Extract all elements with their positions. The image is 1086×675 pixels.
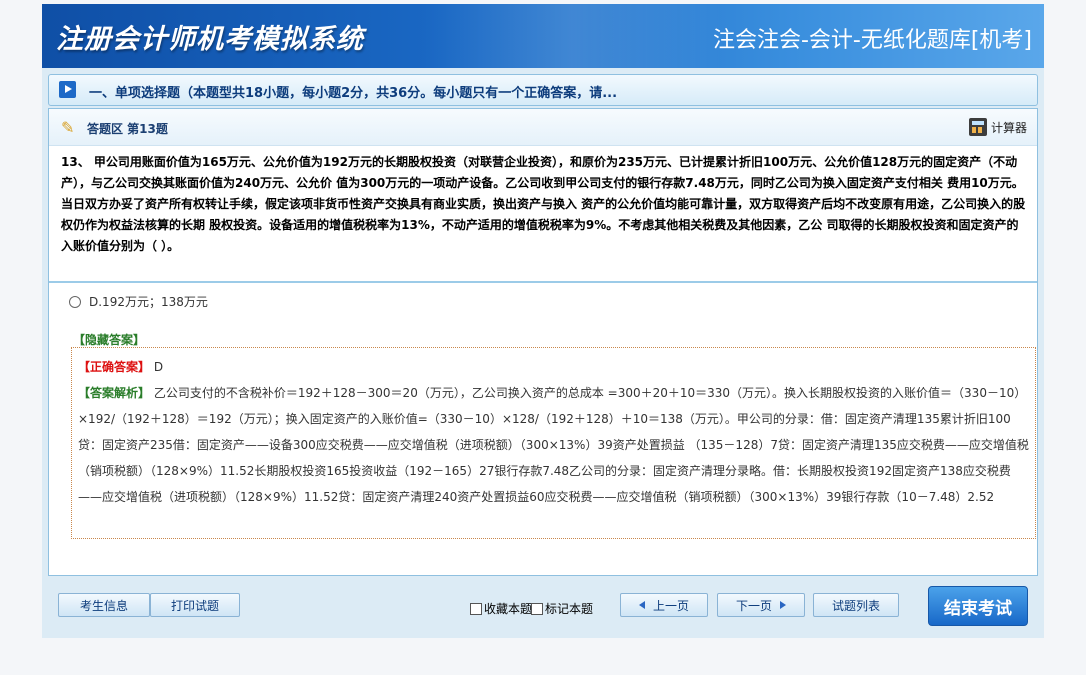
candidate-info-label: 考生信息 [79, 598, 128, 613]
print-question-label: 打印试题 [170, 598, 219, 613]
mark-checkbox[interactable]: 标记本题 [531, 600, 593, 617]
option-d-radio[interactable] [69, 295, 81, 308]
next-page-button[interactable]: 下一页 [717, 593, 805, 617]
next-page-label: 下一页 [735, 598, 772, 613]
answer-explanation-box: 【正确答案】 D 【答案解析】 乙公司支付的不含税补价＝192＋128－300＝… [71, 347, 1036, 539]
hide-answer-toggle[interactable]: 【隐藏答案】 [73, 331, 145, 348]
print-question-button[interactable]: 打印试题 [150, 593, 240, 617]
bookmark-label: 收藏本题 [484, 602, 533, 616]
bookmark-checkbox[interactable]: 收藏本题 [470, 600, 532, 617]
answer-area-header: ✎ 答题区 第13题 计算器 [49, 109, 1037, 146]
app-title: 注册会计师机考模拟系统 [56, 24, 364, 55]
exam-subtitle: 注会注会-会计-无纸化题库[机考] [712, 28, 1032, 53]
prev-page-button[interactable]: 上一页 [620, 593, 708, 617]
mark-checkbox-box[interactable] [531, 602, 543, 615]
mark-label: 标记本题 [545, 602, 594, 616]
prev-page-label: 上一页 [652, 598, 689, 613]
correct-answer-label: 【正确答案】 [78, 360, 151, 374]
calculator-icon [968, 118, 987, 136]
arrow-right-icon [780, 601, 786, 609]
question-number-label: 答题区 第13题 [87, 122, 168, 136]
correct-answer-value: D [153, 360, 164, 374]
play-icon [59, 81, 76, 98]
arrow-left-icon [638, 601, 645, 609]
explanation-content: 【正确答案】 D 【答案解析】 乙公司支付的不含税补价＝192＋128－300＝… [78, 354, 1034, 510]
option-d[interactable]: D.192万元；138万元 [69, 293, 208, 310]
section-title: 一、单项选择题（本题型共18小题，每小题2分，共36分。每小题只有一个正确答案，… [89, 86, 618, 101]
calculator-label: 计算器 [990, 120, 1027, 135]
analysis-label: 【答案解析】 [78, 386, 151, 400]
answer-panel: ✎ 答题区 第13题 计算器 13、 甲公司用账面价值为165万元、公允价值为1… [48, 108, 1038, 576]
banner-decoration [422, 4, 722, 68]
end-exam-button[interactable]: 结束考试 [928, 586, 1028, 626]
candidate-info-button[interactable]: 考生信息 [58, 593, 150, 617]
pencil-icon: ✎ [61, 118, 75, 137]
exam-app: 注册会计师机考模拟系统 注会注会-会计-无纸化题库[机考] 一、单项选择题（本题… [42, 4, 1044, 638]
question-list-button[interactable]: 试题列表 [813, 593, 899, 617]
calculator-button[interactable]: 计算器 [968, 117, 1027, 137]
analysis-text: 乙公司支付的不含税补价＝192＋128－300＝20（万元），乙公司换入资产的总… [78, 386, 1029, 504]
option-d-label: D.192万元；138万元 [89, 295, 208, 309]
section-header: 一、单项选择题（本题型共18小题，每小题2分，共36分。每小题只有一个正确答案，… [48, 74, 1038, 106]
question-text: 13、 甲公司用账面价值为165万元、公允价值为192万元的长期股权投资（对联营… [61, 155, 1026, 253]
question-divider [49, 281, 1037, 283]
bookmark-checkbox-box[interactable] [470, 602, 482, 615]
question-list-label: 试题列表 [831, 598, 880, 613]
header-banner: 注册会计师机考模拟系统 注会注会-会计-无纸化题库[机考] [42, 4, 1044, 68]
